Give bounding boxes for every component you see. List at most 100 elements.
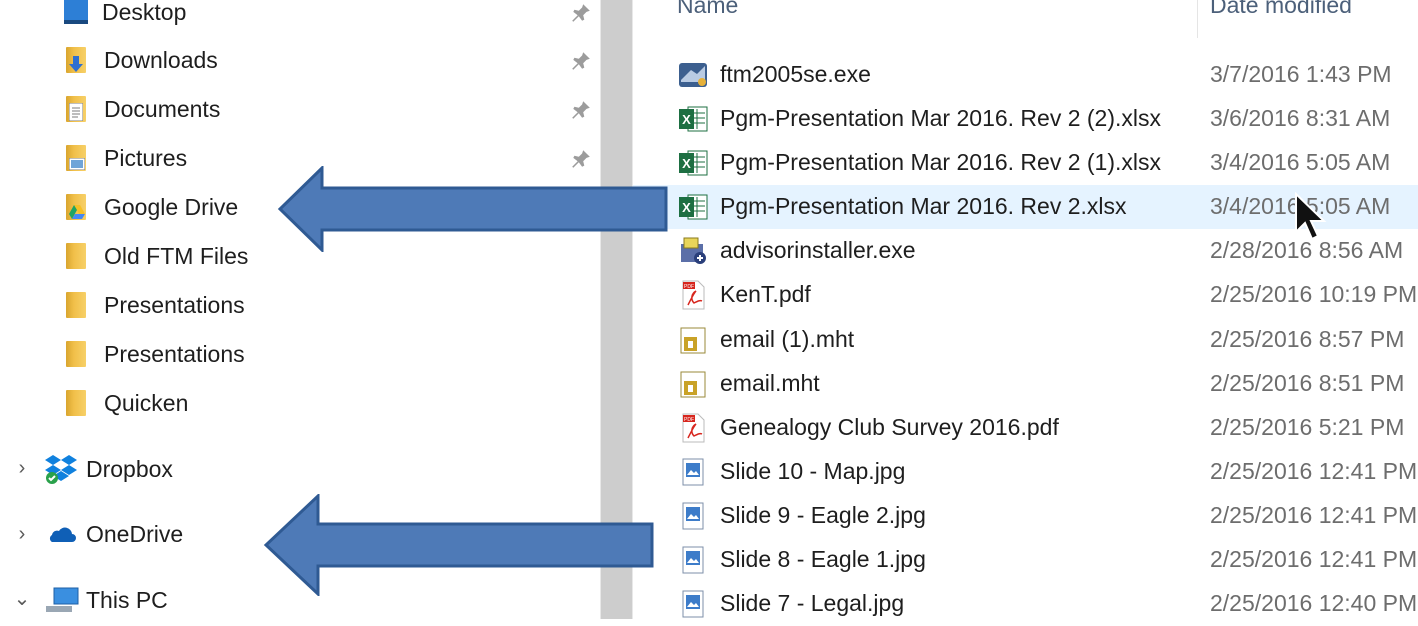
file-date: 2/25/2016 8:57 PM xyxy=(1210,326,1405,352)
file-name: Genealogy Club Survey 2016.pdf xyxy=(720,414,1059,440)
nav-item-onedrive[interactable]: OneDrive xyxy=(44,512,183,556)
nav-item-downloads[interactable]: Downloads xyxy=(66,38,218,82)
file-row[interactable]: ftm2005se.exe 3/7/2016 1:43 PM xyxy=(633,53,1418,97)
file-date: 2/25/2016 8:51 PM xyxy=(1210,370,1405,396)
nav-item-label: Downloads xyxy=(104,46,218,73)
excel-icon: X xyxy=(679,150,708,176)
nav-item-label: Pictures xyxy=(104,144,188,171)
nav-item-quicken[interactable]: Quicken xyxy=(66,381,188,425)
nav-item-documents[interactable]: Documents xyxy=(66,87,220,131)
file-date: 2/25/2016 10:19 PM xyxy=(1210,281,1418,307)
nav-item-google-drive[interactable]: Google Drive xyxy=(66,185,238,229)
mouse-cursor-icon xyxy=(1295,192,1327,241)
file-date: 2/25/2016 12:41 PM xyxy=(1210,502,1418,528)
mht-icon xyxy=(680,327,706,354)
file-row[interactable]: Slide 8 - Eagle 1.jpg 2/25/2016 12:41 PM xyxy=(633,538,1418,582)
nav-item-label: Presentations xyxy=(104,291,245,318)
nav-item-dropbox[interactable]: Dropbox xyxy=(44,447,173,491)
pictures-folder-icon xyxy=(66,145,86,171)
nav-item-label: Presentations xyxy=(104,340,245,367)
nav-item-presentations[interactable]: Presentations xyxy=(66,283,245,327)
file-name: Pgm-Presentation Mar 2016. Rev 2.xlsx xyxy=(720,193,1127,219)
dropbox-icon xyxy=(45,455,77,484)
svg-text:X: X xyxy=(682,200,691,215)
image-icon xyxy=(682,546,704,574)
file-name: Slide 9 - Eagle 2.jpg xyxy=(720,502,926,528)
file-row[interactable]: Slide 7 - Legal.jpg 2/25/2016 12:40 PM xyxy=(633,582,1418,626)
google-drive-folder-icon xyxy=(66,194,86,220)
file-list: Name Date modified ftm2005se.exe 3/7/201… xyxy=(633,0,1418,619)
pdf-icon: PDF xyxy=(682,413,705,443)
nav-item-old-ftm-files[interactable]: Old FTM Files xyxy=(66,234,248,278)
nav-item-this-pc[interactable]: This PC xyxy=(44,578,168,622)
mht-icon xyxy=(680,371,706,398)
file-date: 2/25/2016 12:41 PM xyxy=(1210,546,1418,572)
svg-text:PDF: PDF xyxy=(684,284,694,290)
file-name: advisorinstaller.exe xyxy=(720,237,916,263)
file-date: 3/6/2016 8:31 AM xyxy=(1210,105,1391,131)
file-name: Slide 7 - Legal.jpg xyxy=(720,590,905,616)
installer-icon xyxy=(681,237,706,264)
file-date: 3/7/2016 1:43 PM xyxy=(1210,61,1392,87)
file-name: Slide 10 - Map.jpg xyxy=(720,458,906,484)
svg-text:PDF: PDF xyxy=(684,417,694,423)
file-name: Pgm-Presentation Mar 2016. Rev 2 (1).xls… xyxy=(720,149,1162,175)
folder-icon xyxy=(66,390,86,416)
file-row[interactable]: X Pgm-Presentation Mar 2016. Rev 2 (2).x… xyxy=(633,97,1418,141)
nav-item-label: Quicken xyxy=(104,389,189,416)
nav-item-label: This PC xyxy=(86,586,168,613)
file-name: Slide 8 - Eagle 1.jpg xyxy=(720,546,926,572)
nav-item-desktop[interactable]: Desktop xyxy=(64,0,186,34)
file-name: ftm2005se.exe xyxy=(720,61,871,87)
annotation-arrow-left-icon xyxy=(277,166,668,252)
file-date: 2/25/2016 12:40 PM xyxy=(1210,590,1418,616)
file-row[interactable]: Slide 9 - Eagle 2.jpg 2/25/2016 12:41 PM xyxy=(633,494,1418,538)
svg-text:X: X xyxy=(682,112,691,127)
downloads-folder-icon xyxy=(66,47,86,73)
file-date: 2/25/2016 12:41 PM xyxy=(1210,458,1418,484)
image-icon xyxy=(682,502,704,530)
file-name: KenT.pdf xyxy=(720,281,811,307)
file-row[interactable]: PDF Genealogy Club Survey 2016.pdf 2/25/… xyxy=(633,406,1418,450)
pin-icon[interactable] xyxy=(570,2,592,24)
onedrive-cloud-icon xyxy=(49,527,76,542)
image-icon xyxy=(682,590,704,618)
excel-icon: X xyxy=(679,106,708,132)
column-header-name[interactable]: Name xyxy=(677,0,738,19)
image-icon xyxy=(682,458,704,486)
expand-chevron-icon[interactable]: › xyxy=(12,457,32,480)
file-date: 3/4/2016 5:05 AM xyxy=(1210,149,1391,175)
expand-chevron-icon[interactable]: › xyxy=(12,523,32,546)
pin-icon[interactable] xyxy=(570,50,592,72)
file-row[interactable]: email.mht 2/25/2016 8:51 PM xyxy=(633,362,1418,406)
nav-item-presentations[interactable]: Presentations xyxy=(66,332,245,376)
folder-icon xyxy=(66,243,86,269)
folder-icon xyxy=(66,341,86,367)
nav-item-label: OneDrive xyxy=(86,520,184,547)
ftm-app-icon xyxy=(679,63,707,87)
file-row[interactable]: email (1).mht 2/25/2016 8:57 PM xyxy=(633,318,1418,362)
column-divider[interactable] xyxy=(1197,0,1198,38)
annotation-arrow-left-icon xyxy=(263,494,654,596)
file-row[interactable]: X Pgm-Presentation Mar 2016. Rev 2 (1).x… xyxy=(633,141,1418,185)
documents-folder-icon xyxy=(66,96,86,122)
file-date: 2/25/2016 5:21 PM xyxy=(1210,414,1405,440)
file-row[interactable]: Slide 10 - Map.jpg 2/25/2016 12:41 PM xyxy=(633,450,1418,494)
nav-item-pictures[interactable]: Pictures xyxy=(66,136,187,180)
pin-icon[interactable] xyxy=(570,99,592,121)
folder-icon xyxy=(66,292,86,318)
nav-item-label: Dropbox xyxy=(86,455,173,482)
svg-text:X: X xyxy=(682,156,691,171)
file-name: email.mht xyxy=(720,370,820,396)
file-row[interactable]: PDF KenT.pdf 2/25/2016 10:19 PM xyxy=(633,273,1418,317)
this-pc-icon xyxy=(46,587,79,612)
file-name: email (1).mht xyxy=(720,326,855,352)
column-header-date-modified[interactable]: Date modified xyxy=(1210,0,1352,19)
nav-item-label: Old FTM Files xyxy=(104,242,249,269)
nav-item-label: Google Drive xyxy=(104,193,239,220)
nav-item-label: Desktop xyxy=(102,0,187,25)
collapse-chevron-icon[interactable]: ⌄ xyxy=(12,586,32,611)
pdf-icon: PDF xyxy=(682,280,705,310)
excel-icon: X xyxy=(679,194,708,220)
file-name: Pgm-Presentation Mar 2016. Rev 2 (2).xls… xyxy=(720,105,1162,131)
